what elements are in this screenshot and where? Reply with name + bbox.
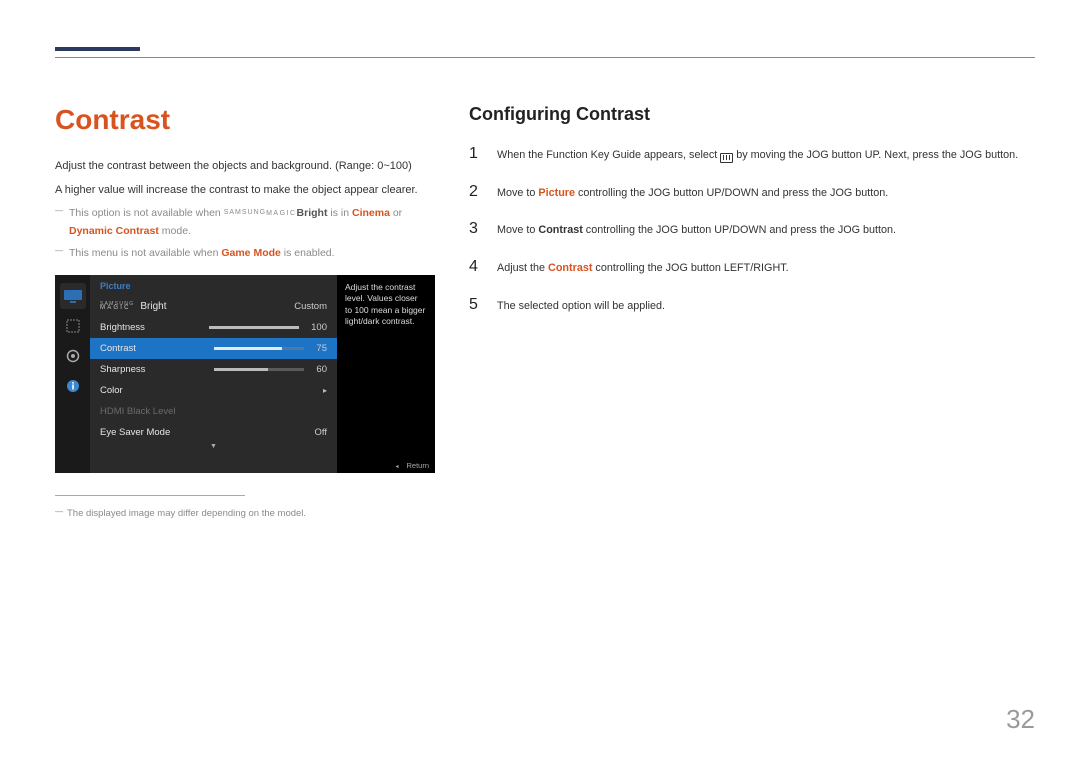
note-game-mode: This menu is not available when Game Mod… xyxy=(55,245,435,263)
chevron-right-icon xyxy=(323,386,327,395)
step-1: 1 When the Function Key Guide appears, s… xyxy=(469,145,1035,164)
right-column: Configuring Contrast 1 When the Function… xyxy=(469,104,1035,519)
osd-main-panel: Picture SAMSUNG MAGIC Bright Custom Brig… xyxy=(90,275,337,473)
menu-glyph-icon xyxy=(720,153,733,163)
page-title: Contrast xyxy=(55,104,435,136)
accent-bar xyxy=(55,47,140,51)
chevron-down-icon: ▼ xyxy=(90,443,337,457)
short-divider xyxy=(55,495,245,496)
step-text: The selected option will be applied. xyxy=(497,298,1035,315)
osd-row-contrast: Contrast 75 xyxy=(90,338,337,359)
osd-row-color: Color xyxy=(90,380,337,401)
intro-line-1: Adjust the contrast between the objects … xyxy=(55,158,435,176)
osd-row-sharpness: Sharpness 60 xyxy=(90,359,337,380)
caption-note: The displayed image may differ depending… xyxy=(55,508,435,519)
left-column: Contrast Adjust the contrast between the… xyxy=(55,104,435,519)
step-3: 3 Move to Contrast controlling the JOG b… xyxy=(469,220,1035,239)
step-text: Adjust the Contrast controlling the JOG … xyxy=(497,260,1035,277)
info-icon xyxy=(60,373,86,399)
subsection-title: Configuring Contrast xyxy=(469,104,1035,125)
osd-row-eyesaver: Eye Saver Mode Off xyxy=(90,422,337,443)
osd-screenshot: Picture SAMSUNG MAGIC Bright Custom Brig… xyxy=(55,275,435,473)
osd-header: Picture xyxy=(90,275,337,296)
magic-bright-badge: SAMSUNG MAGIC xyxy=(100,302,134,311)
triangle-left-icon: ◂ xyxy=(395,464,398,470)
step-number: 4 xyxy=(469,258,481,276)
step-text: Move to Contrast controlling the JOG but… xyxy=(497,222,1035,239)
step-5: 5 The selected option will be applied. xyxy=(469,296,1035,315)
step-text: Move to Picture controlling the JOG butt… xyxy=(497,185,1035,202)
step-number: 3 xyxy=(469,220,481,238)
step-number: 2 xyxy=(469,183,481,201)
page-number: 32 xyxy=(1006,704,1035,735)
osd-row-brightness: Brightness 100 xyxy=(90,317,337,338)
step-number: 1 xyxy=(469,145,481,163)
step-4: 4 Adjust the Contrast controlling the JO… xyxy=(469,258,1035,277)
intro-line-2: A higher value will increase the contras… xyxy=(55,182,435,200)
top-divider xyxy=(55,57,1035,58)
gear-icon xyxy=(60,343,86,369)
step-2: 2 Move to Picture controlling the JOG bu… xyxy=(469,183,1035,202)
step-number: 5 xyxy=(469,296,481,314)
display-settings-icon xyxy=(60,313,86,339)
osd-help-panel: Adjust the contrast level. Values closer… xyxy=(337,275,435,473)
note-magic-bright: This option is not available when SAMSUN… xyxy=(55,205,435,241)
monitor-icon xyxy=(60,283,86,309)
osd-sidebar xyxy=(55,275,90,473)
osd-return-label: ◂Return xyxy=(395,461,429,471)
osd-row-hdmi: HDMI Black Level xyxy=(90,401,337,422)
osd-row-magicbright: SAMSUNG MAGIC Bright Custom xyxy=(90,296,337,317)
step-text: When the Function Key Guide appears, sel… xyxy=(497,147,1035,164)
